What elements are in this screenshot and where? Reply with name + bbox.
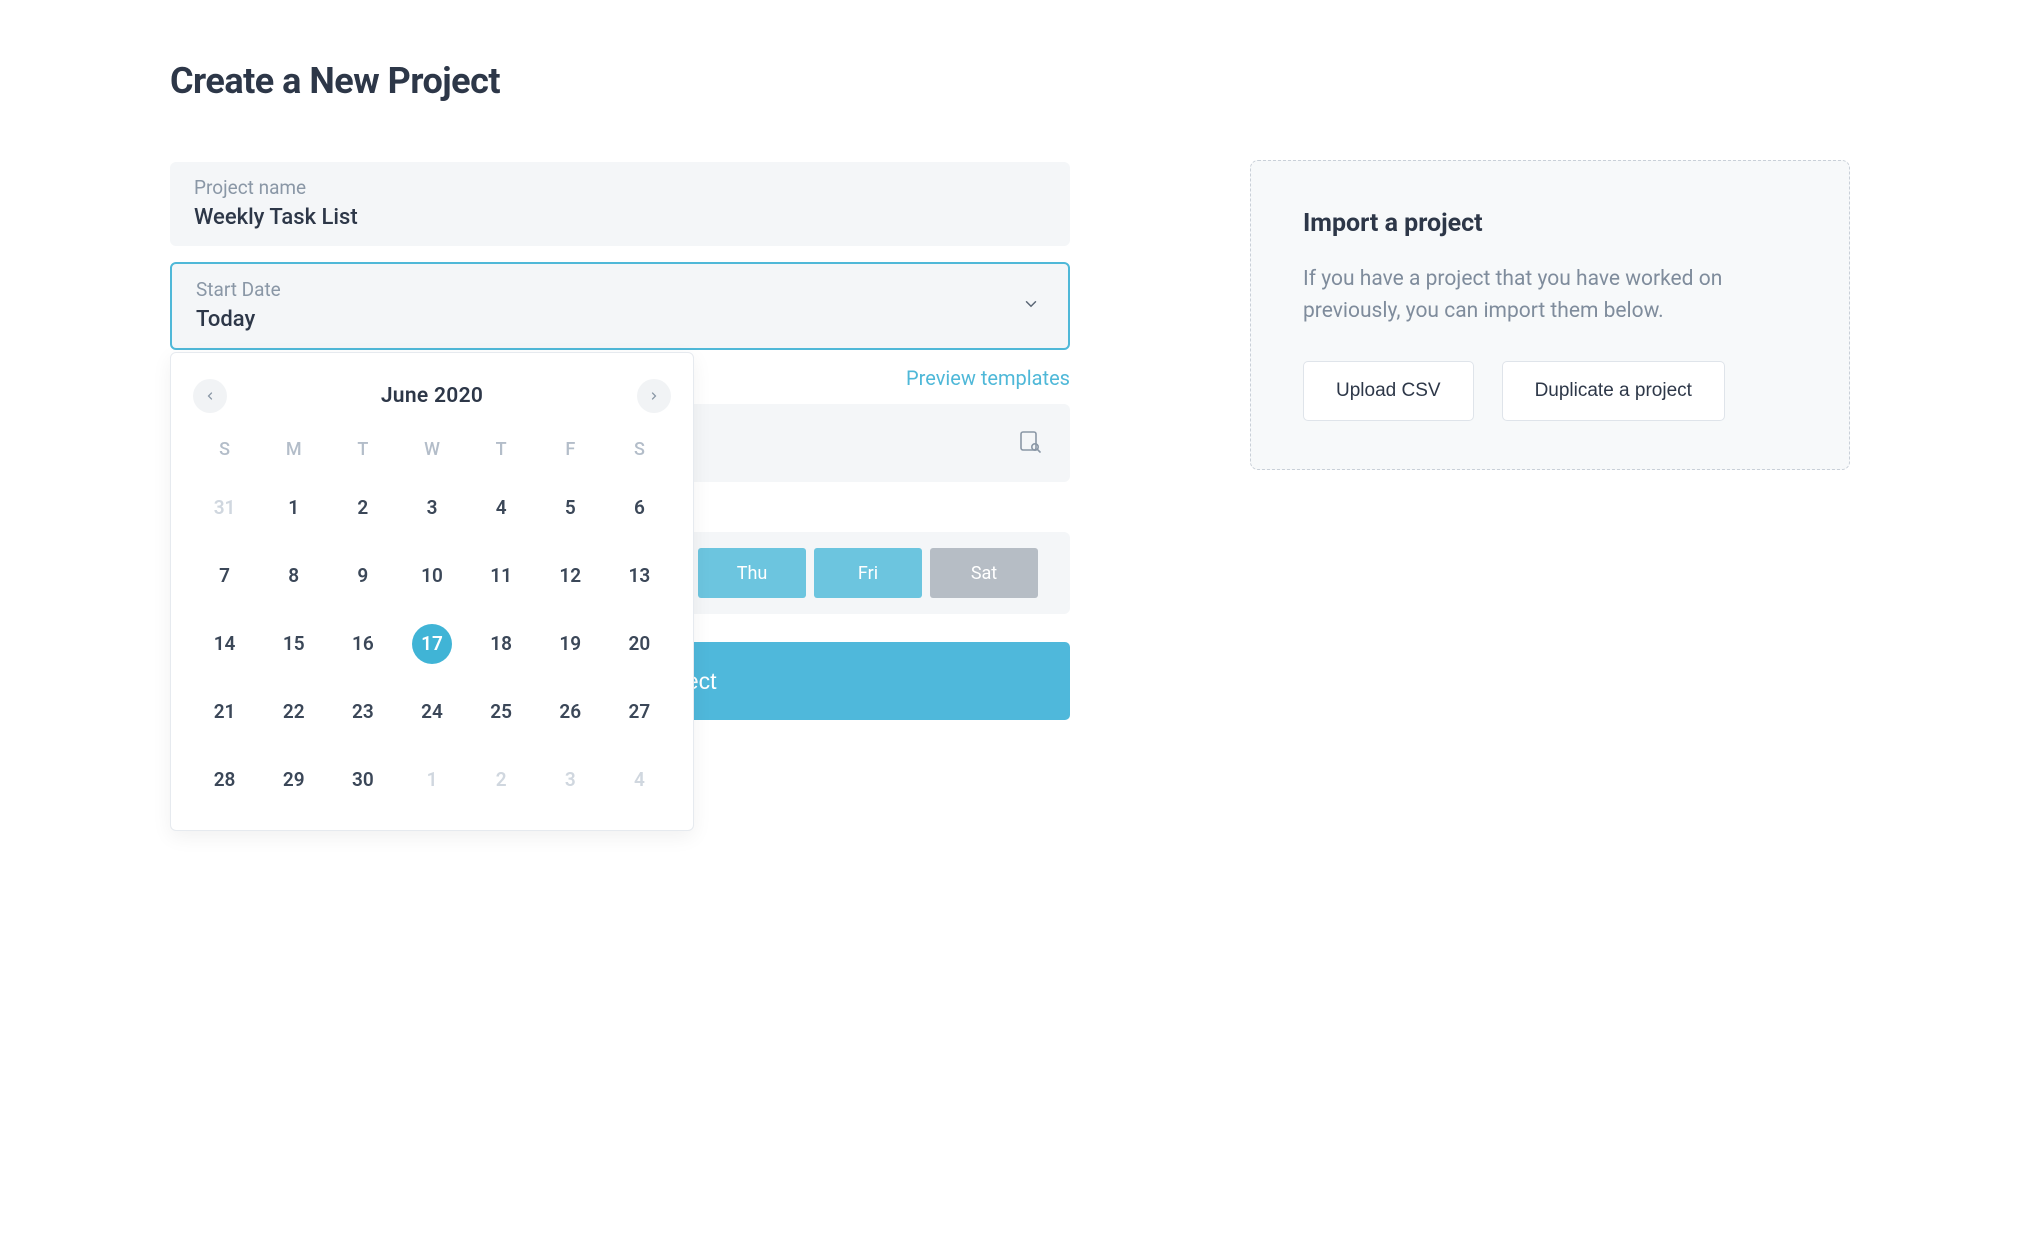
calendar-day[interactable]: 24 — [400, 692, 463, 732]
calendar-day[interactable]: 28 — [193, 760, 256, 800]
calendar-day[interactable]: 2 — [470, 760, 533, 800]
calendar-day[interactable]: 3 — [400, 488, 463, 528]
document-search-icon — [1018, 429, 1042, 457]
calendar-day[interactable]: 22 — [262, 692, 325, 732]
calendar-day[interactable]: 18 — [470, 624, 533, 664]
project-name-field[interactable]: Project name Weekly Task List — [170, 162, 1070, 246]
calendar-day[interactable]: 23 — [331, 692, 394, 732]
start-date-value: Today — [196, 307, 1044, 332]
calendar-day[interactable]: 16 — [331, 624, 394, 664]
working-day-toggle[interactable]: Thu — [698, 548, 806, 598]
start-date-field[interactable]: Start Date Today — [170, 262, 1070, 350]
calendar-day[interactable]: 8 — [262, 556, 325, 596]
calendar-dow-header: T — [470, 439, 533, 460]
calendar-day[interactable]: 11 — [470, 556, 533, 596]
calendar-day[interactable]: 17 — [400, 624, 463, 664]
calendar-day[interactable]: 31 — [193, 488, 256, 528]
import-description: If you have a project that you have work… — [1303, 264, 1797, 327]
calendar-day[interactable]: 19 — [539, 624, 602, 664]
calendar-day[interactable]: 5 — [539, 488, 602, 528]
calendar-dow-header: S — [608, 439, 671, 460]
calendar-day[interactable]: 27 — [608, 692, 671, 732]
working-day-toggle[interactable]: Fri — [814, 548, 922, 598]
calendar-day[interactable]: 4 — [470, 488, 533, 528]
calendar-day[interactable]: 30 — [331, 760, 394, 800]
calendar-dow-header: T — [331, 439, 394, 460]
working-day-toggle[interactable]: Sat — [930, 548, 1038, 598]
calendar-dow-header: S — [193, 439, 256, 460]
calendar-day[interactable]: 29 — [262, 760, 325, 800]
calendar-day[interactable]: 10 — [400, 556, 463, 596]
chevron-down-icon — [1022, 295, 1040, 317]
project-name-value: Weekly Task List — [194, 205, 1046, 230]
import-title: Import a project — [1303, 209, 1797, 238]
calendar-dow-header: F — [539, 439, 602, 460]
calendar-day[interactable]: 1 — [262, 488, 325, 528]
calendar-prev-button[interactable] — [193, 379, 227, 413]
calendar-day[interactable]: 13 — [608, 556, 671, 596]
calendar-dow-header: W — [400, 439, 463, 460]
calendar-day[interactable]: 1 — [400, 760, 463, 800]
calendar-day[interactable]: 15 — [262, 624, 325, 664]
calendar-day[interactable]: 20 — [608, 624, 671, 664]
calendar-day[interactable]: 7 — [193, 556, 256, 596]
calendar-day[interactable]: 14 — [193, 624, 256, 664]
calendar-popover: June 2020 SMTWTFS31123456789101112131415… — [170, 352, 694, 831]
calendar-day[interactable]: 25 — [470, 692, 533, 732]
import-panel: Import a project If you have a project t… — [1250, 160, 1850, 470]
calendar-day[interactable]: 12 — [539, 556, 602, 596]
project-name-label: Project name — [194, 176, 1046, 199]
calendar-day[interactable]: 3 — [539, 760, 602, 800]
calendar-next-button[interactable] — [637, 379, 671, 413]
calendar-day[interactable]: 26 — [539, 692, 602, 732]
calendar-day[interactable]: 6 — [608, 488, 671, 528]
calendar-month-label: June 2020 — [381, 384, 483, 408]
calendar-dow-header: M — [262, 439, 325, 460]
start-date-label: Start Date — [196, 278, 1044, 301]
calendar-day[interactable]: 2 — [331, 488, 394, 528]
page-title: Create a New Project — [170, 60, 1070, 102]
upload-csv-button[interactable]: Upload CSV — [1303, 361, 1474, 421]
calendar-day[interactable]: 4 — [608, 760, 671, 800]
calendar-day[interactable]: 21 — [193, 692, 256, 732]
calendar-day[interactable]: 9 — [331, 556, 394, 596]
duplicate-project-button[interactable]: Duplicate a project — [1502, 361, 1725, 421]
